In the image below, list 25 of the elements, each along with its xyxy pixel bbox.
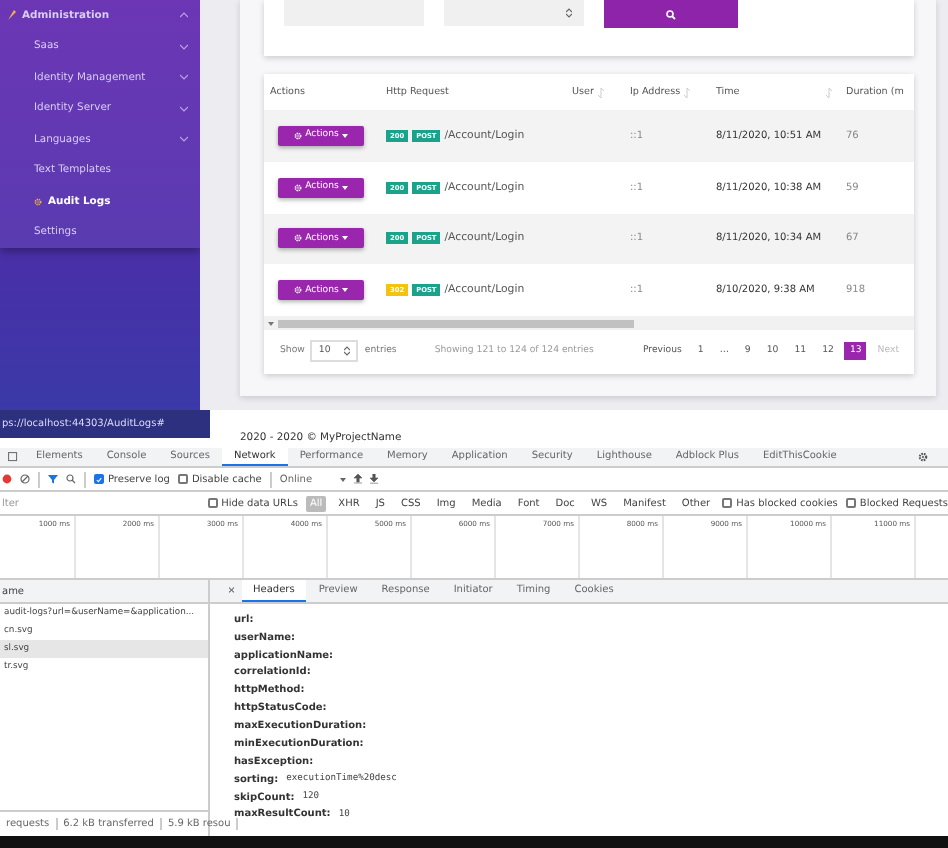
caret-icon — [342, 185, 349, 190]
gear-icon — [293, 183, 302, 192]
filter-icon[interactable] — [48, 474, 58, 484]
caret-icon — [268, 321, 274, 326]
caret-icon — [342, 236, 349, 241]
scrollbar[interactable] — [264, 316, 914, 331]
upload-icon[interactable] — [354, 474, 363, 484]
check-icon — [96, 475, 102, 483]
brush-icon — [8, 10, 16, 21]
caret-icon — [342, 288, 349, 293]
updown-icon — [566, 8, 572, 18]
gear-icon — [293, 234, 302, 243]
search-icon[interactable] — [66, 474, 76, 484]
clear-icon[interactable] — [20, 474, 30, 484]
select-field[interactable] — [444, 0, 584, 26]
record-icon[interactable] — [2, 474, 12, 484]
gear-icon — [918, 452, 928, 462]
gear-icon — [293, 286, 302, 295]
gear-icon — [34, 197, 42, 206]
search-icon — [666, 9, 676, 19]
updown-icon — [344, 345, 351, 356]
download-icon[interactable] — [370, 474, 379, 484]
caret-icon — [342, 133, 349, 138]
gear-icon — [293, 131, 302, 140]
caret-icon — [340, 477, 347, 481]
